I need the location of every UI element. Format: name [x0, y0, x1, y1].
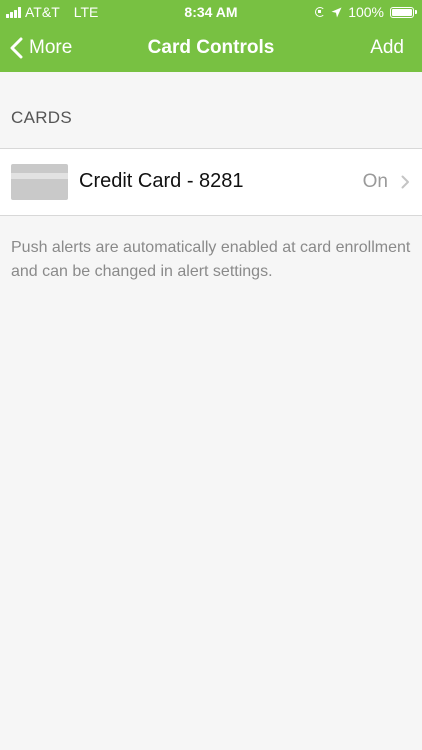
back-button-label: More [29, 37, 73, 58]
battery-icon [390, 6, 417, 18]
info-text: Push alerts are automatically enabled at… [11, 239, 411, 280]
status-bar: AT&T LTE 8:34 AM 100% [0, 0, 422, 24]
chevron-left-icon [10, 37, 23, 59]
chevron-right-icon [401, 175, 409, 189]
card-status: On [362, 171, 388, 192]
battery-percent: 100% [348, 4, 384, 20]
card-row[interactable]: Credit Card - 8281 On [0, 148, 422, 216]
navigation-bar: More Card Controls Add [0, 24, 422, 72]
status-right: 100% [315, 0, 417, 24]
add-button[interactable]: Add [370, 24, 404, 72]
card-name: Credit Card - 8281 [79, 170, 244, 192]
back-button[interactable]: More [10, 24, 72, 72]
section-header-cards: CARDS [11, 108, 73, 127]
credit-card-icon [11, 164, 68, 200]
rotation-lock-icon [315, 7, 326, 17]
location-icon [331, 7, 342, 18]
top-bar: AT&T LTE 8:34 AM 100% More Card Controls… [0, 0, 422, 72]
